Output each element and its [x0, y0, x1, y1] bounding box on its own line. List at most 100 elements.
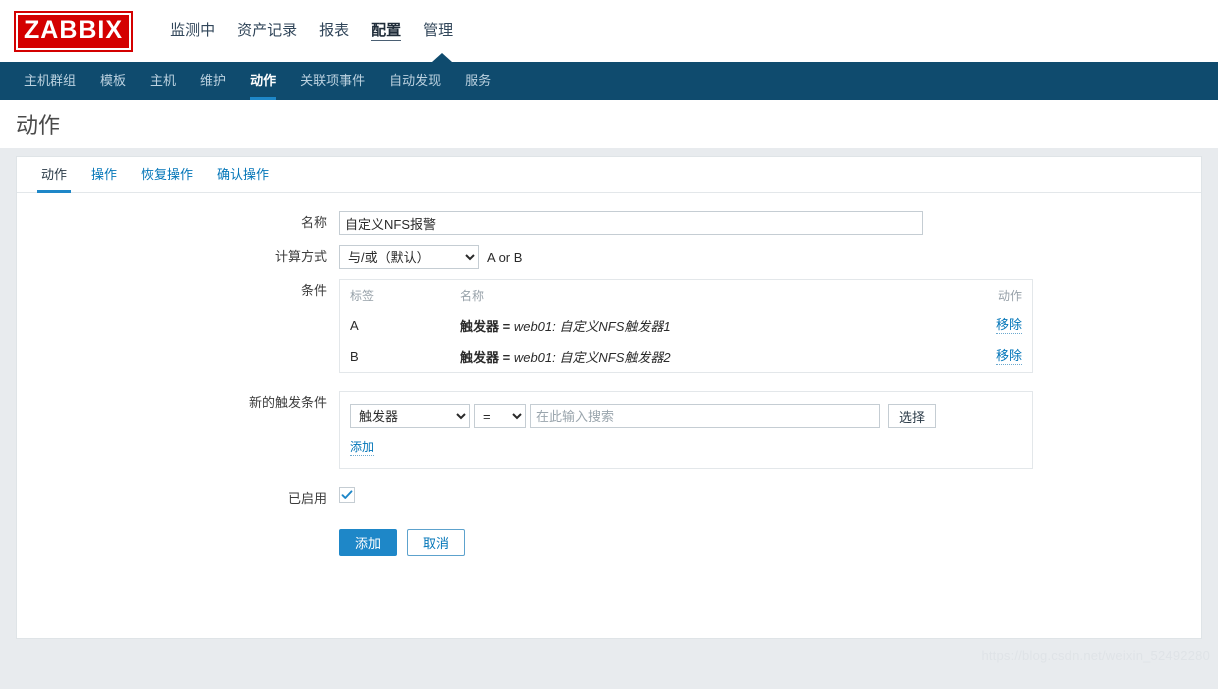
- enabled-checkbox[interactable]: [339, 486, 355, 503]
- page-title-bar: 动作: [0, 100, 1218, 148]
- tab-label: 动作: [41, 167, 68, 182]
- calculation-field-wrap: 与/或（默认） A or B: [339, 245, 522, 269]
- calculation-expression: A or B: [487, 249, 523, 265]
- sub-nav-item-host-groups[interactable]: 主机群组: [12, 62, 88, 100]
- form-footer: 添加 取消: [17, 528, 1201, 556]
- calculation-label: 计算方式: [274, 249, 327, 264]
- new-condition-operator-select[interactable]: =: [474, 404, 526, 428]
- footer-spacer: [17, 529, 339, 556]
- form-row-name: 名称: [17, 211, 1201, 235]
- condition-name-cell: 触发器 = web01: 自定义NFS触发器1: [450, 310, 902, 341]
- condition-name-value: web01: 自定义NFS触发器1: [513, 319, 671, 334]
- form-row-new-condition: 新的触发条件 触发器 = 选择: [17, 391, 1201, 469]
- sub-nav-label: 关联项事件: [300, 73, 366, 88]
- form-tabs: 动作 操作 恢复操作 确认操作: [17, 157, 1201, 193]
- sub-nav-label: 维护: [200, 73, 227, 88]
- conditions-table: 标签 名称 动作 A 触发器 = web01: 自定义NFS触发器1 移除 B …: [340, 280, 1032, 372]
- active-nav-pointer-icon: [432, 53, 452, 62]
- form-row-calculation: 计算方式 与/或（默认） A or B: [17, 245, 1201, 269]
- top-header: ZABBIX 监测中 资产记录 报表 配置 管理: [0, 0, 1218, 62]
- tab-operations[interactable]: 操作: [79, 164, 129, 192]
- conditions-table-body: A 触发器 = web01: 自定义NFS触发器1 移除 B 触发器 = web…: [340, 310, 1032, 372]
- main-nav-label: 管理: [423, 22, 454, 39]
- column-header-label: 标签: [350, 289, 375, 303]
- action-name-input[interactable]: [339, 211, 923, 235]
- new-condition-type-select[interactable]: 触发器: [350, 404, 470, 428]
- footer-buttons: 添加 取消: [339, 528, 466, 556]
- sub-nav-item-correlation[interactable]: 关联项事件: [288, 62, 377, 100]
- condition-action-cell: 移除: [902, 310, 1032, 341]
- condition-name-prefix: 触发器 =: [460, 350, 514, 365]
- sub-nav-label: 自动发现: [389, 73, 442, 88]
- new-condition-box: 触发器 = 选择 添加: [339, 391, 1033, 469]
- enabled-field-wrap: [339, 486, 355, 503]
- add-condition-wrap: 添加: [350, 440, 1022, 456]
- sub-nav-item-maintenance[interactable]: 维护: [188, 62, 238, 100]
- condition-label: A: [350, 318, 359, 333]
- tab-recovery-operations[interactable]: 恢复操作: [129, 164, 205, 192]
- content-wrapper: 动作 操作 恢复操作 确认操作 名称 计算方式: [0, 148, 1218, 639]
- remove-condition-link[interactable]: 移除: [995, 317, 1022, 334]
- calculation-type-select[interactable]: 与/或（默认）: [339, 245, 479, 269]
- zabbix-logo[interactable]: ZABBIX: [14, 10, 134, 52]
- conditions-box: 标签 名称 动作 A 触发器 = web01: 自定义NFS触发器1 移除 B …: [339, 279, 1033, 373]
- main-nav-item-configuration[interactable]: 配置: [360, 0, 412, 62]
- conditions-label: 条件: [300, 283, 327, 298]
- condition-name-cell: 触发器 = web01: 自定义NFS触发器2: [450, 341, 902, 372]
- main-nav-item-monitoring[interactable]: 监测中: [159, 0, 226, 62]
- sub-nav-item-services[interactable]: 服务: [453, 62, 503, 100]
- conditions-table-head: 标签 名称 动作: [340, 280, 1032, 310]
- watermark: https://blog.csdn.net/weixin_52492280: [981, 648, 1210, 663]
- main-nav-label: 报表: [319, 22, 350, 39]
- add-condition-link[interactable]: 添加: [350, 440, 375, 456]
- remove-condition-link[interactable]: 移除: [995, 348, 1022, 365]
- condition-name-value: web01: 自定义NFS触发器2: [513, 350, 671, 365]
- checkmark-icon: [341, 490, 353, 499]
- tab-label: 确认操作: [217, 167, 270, 182]
- select-button[interactable]: 选择: [888, 404, 937, 428]
- new-condition-field-wrap: 触发器 = 选择 添加: [339, 391, 1033, 469]
- main-nav-label: 监测中: [170, 22, 216, 39]
- main-nav-item-inventory[interactable]: 资产记录: [226, 0, 308, 62]
- sub-navigation: 主机群组 模板 主机 维护 动作 关联项事件 自动发现 服务: [0, 53, 1218, 100]
- sub-nav-label: 主机: [150, 73, 177, 88]
- condition-label: B: [350, 349, 359, 364]
- form-row-enabled: 已启用: [17, 486, 1201, 511]
- action-form-panel: 动作 操作 恢复操作 确认操作 名称 计算方式: [16, 156, 1202, 639]
- tab-acknowledge-operations[interactable]: 确认操作: [205, 164, 281, 192]
- main-nav-item-reports[interactable]: 报表: [308, 0, 360, 62]
- column-header-name: 名称: [460, 289, 485, 303]
- conditions-field-wrap: 标签 名称 动作 A 触发器 = web01: 自定义NFS触发器1 移除 B …: [339, 279, 1033, 373]
- sub-nav-label: 动作: [250, 73, 277, 88]
- sub-nav-label: 服务: [465, 73, 492, 88]
- sub-nav-item-actions[interactable]: 动作: [238, 62, 288, 100]
- new-condition-search-input[interactable]: [530, 404, 880, 428]
- sub-nav-item-hosts[interactable]: 主机: [138, 62, 188, 100]
- column-header-action: 动作: [997, 289, 1022, 303]
- form-row-conditions: 条件 标签 名称 动作 A 触发器 = web01: 自定义NFS触发器1 移除…: [17, 279, 1201, 373]
- new-condition-line: 触发器 = 选择: [350, 404, 1022, 428]
- tab-action[interactable]: 动作: [29, 164, 79, 193]
- new-condition-label: 新的触发条件: [248, 395, 327, 410]
- sub-nav-item-templates[interactable]: 模板: [88, 62, 138, 100]
- tab-label: 操作: [91, 167, 118, 182]
- name-field-wrap: [339, 211, 923, 235]
- submit-button[interactable]: 添加: [339, 528, 398, 556]
- condition-name-prefix: 触发器 =: [460, 319, 514, 334]
- conditions-header-row: 标签 名称 动作: [340, 280, 1032, 310]
- condition-action-cell: 移除: [902, 341, 1032, 372]
- main-navigation: 监测中 资产记录 报表 配置 管理: [159, 0, 464, 62]
- tab-label: 恢复操作: [141, 167, 194, 182]
- main-nav-label: 资产记录: [237, 22, 298, 39]
- sub-nav-label: 主机群组: [24, 73, 77, 88]
- cancel-button[interactable]: 取消: [407, 528, 466, 556]
- table-row: B 触发器 = web01: 自定义NFS触发器2 移除: [340, 341, 1032, 372]
- name-label: 名称: [300, 215, 327, 230]
- sub-nav-label: 模板: [100, 73, 127, 88]
- page-title: 动作: [16, 113, 61, 138]
- main-nav-label: 配置: [371, 22, 402, 41]
- action-form: 名称 计算方式 与/或（默认） A or B 条件: [17, 193, 1201, 556]
- table-row: A 触发器 = web01: 自定义NFS触发器1 移除: [340, 310, 1032, 341]
- sub-nav-item-discovery[interactable]: 自动发现: [377, 62, 453, 100]
- enabled-label: 已启用: [287, 490, 327, 506]
